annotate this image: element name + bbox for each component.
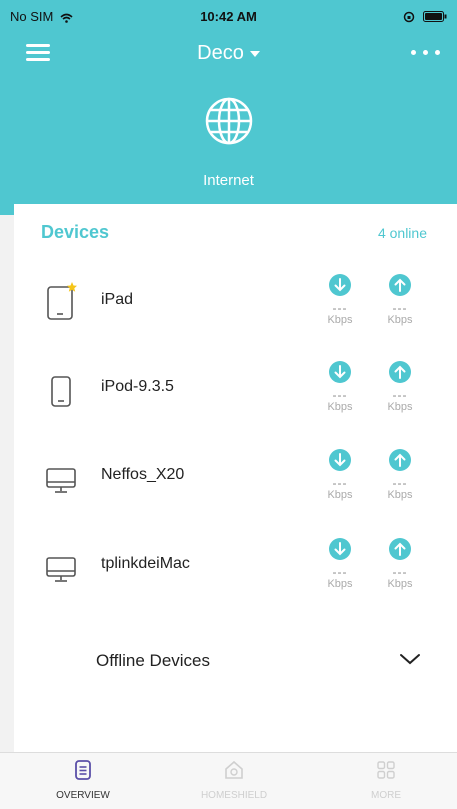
tab-label: HOMESHIELD (200, 790, 268, 801)
device-row[interactable]: tplinkdeiMac --- Kbps --- Kbps (14, 538, 457, 618)
download-rate: --- Kbps (320, 361, 360, 413)
offline-devices-label[interactable]: Offline Devices (96, 651, 210, 671)
internet-label: Internet (203, 172, 254, 189)
upload-unit: Kbps (387, 401, 413, 413)
tab-more[interactable]: MORE (336, 759, 436, 801)
upload-unit: Kbps (387, 489, 413, 501)
device-row[interactable]: iPad --- Kbps --- Kbps (14, 274, 457, 354)
phone-icon (51, 376, 71, 407)
upload-rate: --- Kbps (380, 538, 420, 590)
bottom-tab-bar: OVERVIEW HOMESHIELD MORE (0, 752, 457, 809)
upload-arrow-icon (389, 538, 411, 560)
devices-card: Devices 4 online iPad --- Kbps --- Kbps (14, 204, 457, 752)
upload-unit: Kbps (387, 578, 413, 590)
battery-icon (423, 11, 447, 23)
upload-value: --- (392, 476, 408, 490)
grid-icon (377, 761, 395, 779)
devices-heading: Devices (41, 222, 110, 242)
download-arrow-icon (329, 449, 351, 471)
device-name: Neffos_X20 (101, 466, 185, 483)
status-bar: No SIM 10:42 AM (0, 0, 457, 32)
network-selector[interactable]: Deco (0, 42, 457, 65)
upload-value: --- (392, 301, 408, 315)
monitor-icon (46, 468, 76, 493)
tab-homeshield[interactable]: HOMESHIELD (184, 759, 284, 801)
download-unit: Kbps (327, 578, 353, 590)
header-area: No SIM 10:42 AM Deco Internet (0, 0, 457, 215)
device-name: iPad (101, 291, 134, 308)
upload-value: --- (392, 565, 408, 579)
download-value: --- (332, 565, 348, 579)
download-rate: --- Kbps (320, 449, 360, 501)
upload-arrow-icon (389, 274, 411, 296)
home-shield-icon (225, 760, 243, 779)
download-value: --- (332, 301, 348, 315)
monitor-icon (46, 557, 76, 582)
upload-unit: Kbps (387, 314, 413, 326)
orientation-lock-icon (404, 11, 415, 22)
tab-overview[interactable]: OVERVIEW (33, 759, 133, 801)
download-arrow-icon (329, 538, 351, 560)
device-name: iPod-9.3.5 (101, 378, 174, 395)
upload-arrow-icon (389, 361, 411, 383)
download-rate: --- Kbps (320, 538, 360, 590)
upload-arrow-icon (389, 449, 411, 471)
online-count[interactable]: 4 online (378, 225, 427, 241)
download-arrow-icon (329, 274, 351, 296)
download-unit: Kbps (327, 489, 353, 501)
caret-down-icon (249, 50, 260, 57)
device-row[interactable]: Neffos_X20 --- Kbps --- Kbps (14, 449, 457, 529)
download-arrow-icon (329, 361, 351, 383)
upload-rate: --- Kbps (380, 274, 420, 326)
globe-icon[interactable] (204, 96, 254, 146)
tablet-icon (47, 282, 77, 320)
more-options-icon[interactable] (411, 50, 441, 58)
download-value: --- (332, 476, 348, 490)
network-title: Deco (197, 42, 244, 64)
chevron-down-icon[interactable] (399, 652, 421, 666)
download-unit: Kbps (327, 401, 353, 413)
overview-icon (75, 760, 91, 780)
download-unit: Kbps (327, 314, 353, 326)
upload-rate: --- Kbps (380, 449, 420, 501)
download-rate: --- Kbps (320, 274, 360, 326)
upload-rate: --- Kbps (380, 361, 420, 413)
tab-label: MORE (371, 790, 401, 801)
download-value: --- (332, 388, 348, 402)
clock: 10:42 AM (200, 9, 257, 24)
tab-label: OVERVIEW (56, 790, 110, 801)
device-row[interactable]: iPod-9.3.5 --- Kbps --- Kbps (14, 361, 457, 441)
status-icons (403, 8, 447, 23)
device-name: tplinkdeiMac (101, 555, 190, 572)
upload-value: --- (392, 388, 408, 402)
